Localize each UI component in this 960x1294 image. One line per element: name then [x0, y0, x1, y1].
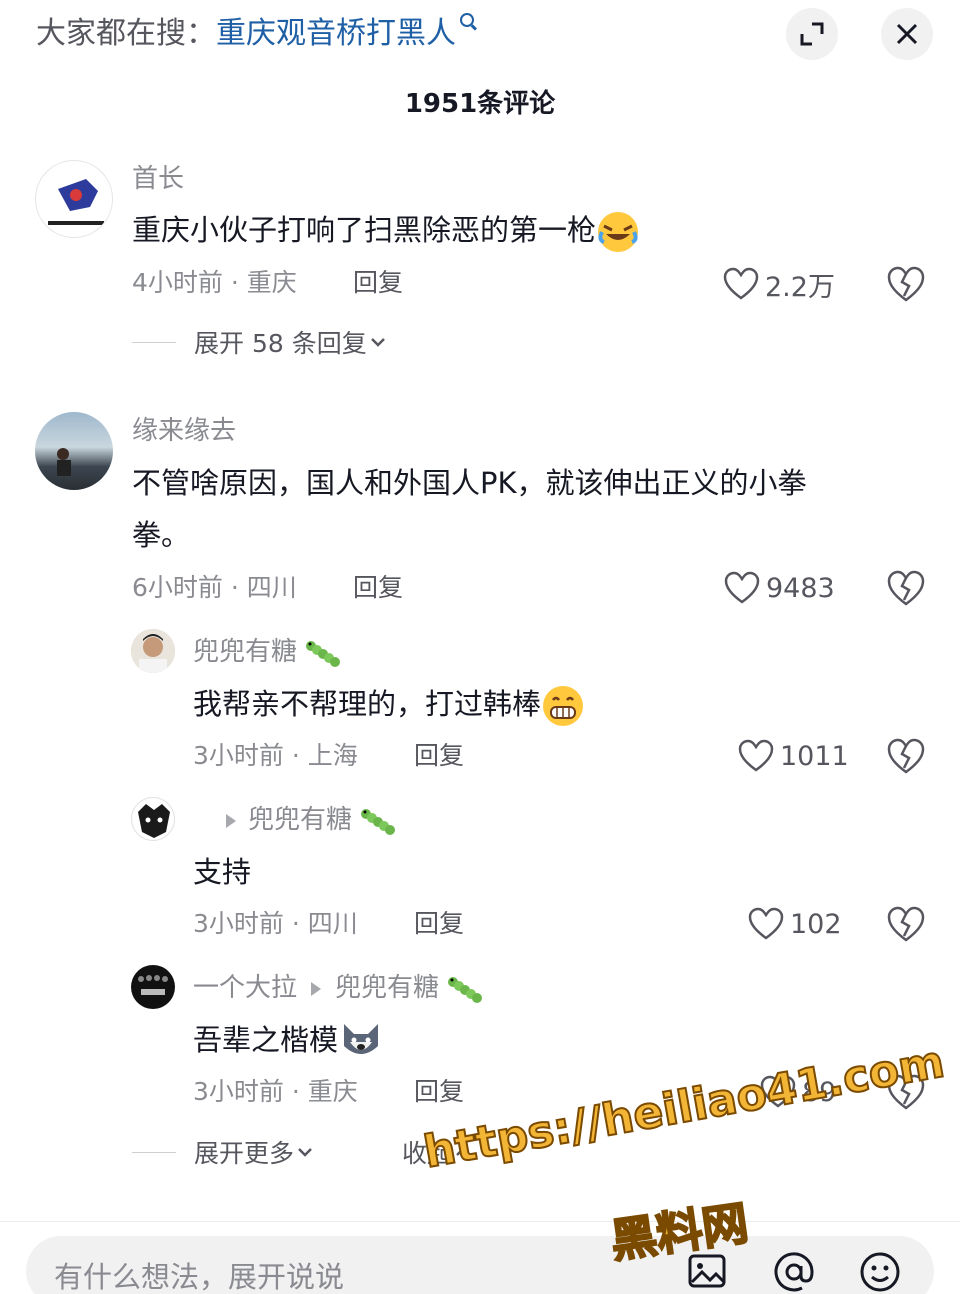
mention-icon[interactable] [772, 1250, 816, 1294]
expand-icon [800, 22, 824, 46]
like-button[interactable]: 9483 [724, 568, 835, 608]
reply-button[interactable]: 回复 [353, 571, 403, 605]
reply-username[interactable]: 一个大拉 兜兜有糖 [193, 971, 483, 1005]
comment-time-location: 6小时前 · 四川 [132, 573, 297, 602]
search-suggestion[interactable]: 大家都在搜：重庆观音桥打黑人 [36, 13, 474, 54]
close-icon [896, 23, 918, 45]
close-button[interactable] [881, 8, 933, 60]
dislike-heart-icon[interactable] [886, 1072, 926, 1112]
heart-icon [738, 739, 774, 772]
like-count: 102 [790, 908, 842, 940]
grin-emoji-icon [543, 686, 584, 726]
bottom-divider [0, 1221, 960, 1222]
comment-username[interactable]: 首长 [132, 162, 184, 196]
reply-time-location: 3小时前 · 重庆 [193, 1077, 358, 1106]
like-count: 9483 [766, 572, 835, 604]
chevron-up-icon [456, 1147, 470, 1156]
avatar[interactable] [131, 965, 175, 1009]
avatar[interactable] [131, 797, 175, 841]
expand-button[interactable] [786, 8, 838, 60]
reply-text: 吾辈之楷模 [193, 1014, 384, 1066]
expand-more-button[interactable]: 展开更多 [132, 1134, 316, 1170]
comment-input-placeholder: 有什么想法，展开说说 [54, 1260, 345, 1294]
collapse-button[interactable]: 收起 [402, 1134, 474, 1170]
caterpillar-emoji-icon [361, 808, 396, 835]
dislike-heart-icon[interactable] [886, 736, 926, 776]
reply-arrow-icon [311, 981, 322, 996]
expand-more-label: 展开更多 [194, 1139, 295, 1168]
divider-line [132, 341, 176, 343]
comment-username[interactable]: 缘来缘去 [132, 414, 236, 448]
watermark-url: https://heiliao41.com [419, 1035, 949, 1179]
like-count: 1011 [780, 740, 849, 772]
top-bar: 大家都在搜：重庆观音桥打黑人 [0, 0, 960, 70]
heart-icon [748, 907, 784, 940]
like-count: 2.2万 [765, 271, 835, 303]
like-button[interactable]: 1011 [738, 736, 849, 776]
chevron-down-icon [370, 338, 385, 347]
image-icon[interactable] [686, 1250, 728, 1292]
emoji-icon[interactable] [858, 1250, 902, 1294]
reply-text: 我帮亲不帮理的，打过韩棒 [193, 678, 585, 730]
reply-time-location: 3小时前 · 四川 [193, 909, 358, 938]
avatar[interactable] [131, 629, 175, 673]
reply-button[interactable]: 回复 [353, 266, 403, 300]
search-suggestion-link[interactable]: 重庆观音桥打黑人 [216, 16, 456, 51]
avatar[interactable] [35, 412, 113, 490]
dislike-heart-icon[interactable] [886, 568, 926, 608]
reply-text: 支持 [193, 855, 252, 889]
comment-time-location: 4小时前 · 重庆 [132, 268, 297, 297]
like-button[interactable]: 2.2万 [723, 264, 835, 304]
reply-button[interactable]: 回复 [414, 739, 464, 773]
search-suggestion-prefix: 大家都在搜： [36, 16, 216, 51]
heart-icon [760, 1075, 796, 1108]
laugh-cry-emoji-icon [598, 212, 639, 252]
reply-username[interactable]: 兜兜有糖 [218, 803, 396, 837]
heart-icon [724, 571, 760, 604]
like-count: 89 [802, 1076, 837, 1108]
heart-icon [723, 267, 759, 300]
reply-time-location: 3小时前 · 上海 [193, 741, 358, 770]
expand-replies-button[interactable]: 展开 58 条回复 [132, 324, 389, 360]
like-button[interactable]: 102 [748, 904, 842, 944]
dislike-heart-icon[interactable] [886, 264, 926, 304]
reply-button[interactable]: 回复 [414, 907, 464, 941]
avatar[interactable] [35, 160, 113, 238]
comment-input[interactable]: 有什么想法，展开说说 [26, 1236, 934, 1294]
reply-button[interactable]: 回复 [414, 1075, 464, 1109]
dislike-heart-icon[interactable] [886, 904, 926, 944]
chevron-down-icon [298, 1148, 312, 1157]
expand-replies-label: 展开 58 条回复 [194, 329, 367, 358]
dog-emoji-icon [344, 1024, 379, 1054]
comment-text: 不管啥原因，国人和外国人PK，就该伸出正义的小拳 拳。 [132, 466, 807, 552]
caterpillar-emoji-icon [448, 976, 483, 1003]
caterpillar-emoji-icon [306, 640, 341, 667]
reply-arrow-icon [226, 813, 236, 828]
collapse-label: 收起 [402, 1139, 453, 1168]
comment-text: 重庆小伙子打响了扫黑除恶的第一枪 [132, 204, 640, 256]
like-button[interactable]: 89 [760, 1072, 836, 1112]
divider-line [132, 1151, 176, 1153]
reply-username[interactable]: 兜兜有糖 [193, 635, 341, 669]
comment-count-title: 1951条评论 [404, 89, 556, 119]
search-icon [460, 13, 474, 27]
